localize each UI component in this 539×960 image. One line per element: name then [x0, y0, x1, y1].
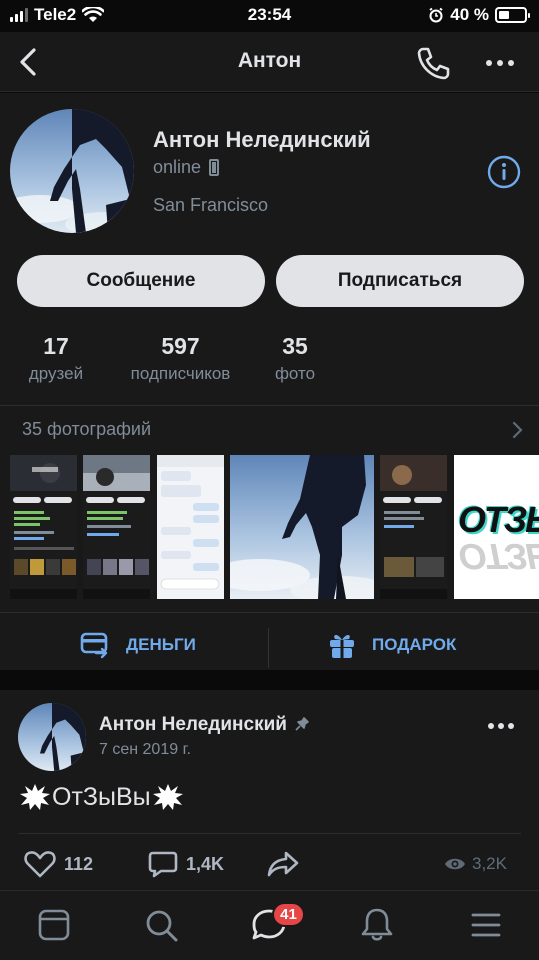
photo-thumb-1[interactable]	[10, 455, 77, 599]
call-button[interactable]	[414, 44, 452, 82]
messages-badge: 41	[272, 902, 305, 927]
heart-icon	[24, 851, 56, 878]
more-horizontal-icon	[488, 723, 494, 729]
profile-name: Антон Нелединский	[153, 127, 371, 152]
photos-label: фото	[274, 364, 316, 383]
divider	[0, 405, 539, 406]
money-transfer-icon	[80, 632, 108, 659]
subscribe-button[interactable]: Подписаться	[276, 255, 524, 307]
page-title: Антон	[237, 49, 302, 72]
post-more-button[interactable]	[488, 718, 518, 734]
followers-label: подписчиков	[130, 364, 231, 383]
tab-menu[interactable]	[466, 905, 506, 945]
post-avatar-image	[18, 703, 86, 771]
friends-counter[interactable]: 17 друзей	[22, 333, 90, 384]
news-icon	[38, 909, 70, 941]
gift-button[interactable]: ПОДАРОК	[328, 623, 456, 667]
tab-notifications[interactable]	[357, 905, 397, 945]
comments-count: 1,4K	[186, 853, 225, 874]
tab-search[interactable]	[141, 905, 181, 945]
status-bar: Tele2 23:54 40 %	[0, 0, 539, 32]
divider	[0, 612, 539, 613]
photo-thumb-5[interactable]	[380, 455, 447, 599]
post-author[interactable]: Антон Нелединский	[99, 714, 309, 736]
photo-thumb-3[interactable]	[157, 455, 224, 599]
avatar[interactable]	[10, 109, 134, 233]
more-horizontal-icon	[486, 60, 492, 66]
message-button[interactable]: Сообщение	[17, 255, 265, 307]
post-text-row: ОтЗыВы	[18, 782, 185, 812]
like-button[interactable]: 112	[24, 850, 93, 878]
gift-label: ПОДАРОК	[372, 635, 457, 654]
post-text: ОтЗыВы	[52, 782, 151, 811]
photo-embedded-reflection: ОТЗЫВЫ	[458, 536, 539, 577]
post-divider	[18, 833, 521, 834]
info-icon	[487, 155, 521, 189]
tab-news[interactable]	[34, 905, 74, 945]
phone-icon	[417, 47, 450, 80]
online-label: online	[153, 157, 202, 177]
photo-thumb-4[interactable]	[230, 455, 374, 599]
status-right: 40 %	[428, 5, 530, 25]
photos-count: 35	[282, 333, 308, 359]
profile-city: San Francisco	[153, 195, 269, 215]
info-button[interactable]	[486, 154, 522, 190]
post-views: 3,2K	[444, 854, 507, 874]
chevron-right-icon[interactable]	[509, 419, 525, 441]
share-button[interactable]	[266, 850, 300, 878]
eye-icon	[445, 858, 465, 870]
money-label: ДЕНЬГИ	[126, 635, 196, 654]
avatar-image	[10, 109, 134, 233]
friends-label: друзей	[28, 364, 84, 383]
online-status: online	[153, 157, 220, 178]
photos-counter[interactable]: 35 фото	[270, 333, 320, 384]
photo-thumb-6[interactable]: ОТЗЫВЫ ОТЗЫВЫ	[454, 455, 539, 599]
search-icon	[146, 910, 178, 942]
wall-post: Антон Нелединский 7 сен 2019 г. ОтЗыВы 1…	[0, 690, 539, 890]
likes-count: 112	[64, 853, 94, 874]
more-button[interactable]	[480, 48, 520, 78]
views-count: 3,2K	[472, 854, 507, 873]
post-date: 7 сен 2019 г.	[99, 741, 191, 758]
followers-counter[interactable]: 597 подписчиков	[118, 333, 243, 384]
comment-icon	[148, 851, 178, 878]
battery-percent: 40 %	[450, 5, 489, 24]
battery-icon	[495, 7, 530, 23]
notifications-icon	[361, 908, 393, 941]
profile-card: Антон Нелединский online San Francisco С…	[0, 93, 539, 670]
explosion-icon	[152, 784, 183, 810]
alarm-icon	[429, 7, 443, 23]
followers-count: 597	[161, 333, 200, 359]
pin-icon	[295, 717, 309, 731]
action-divider	[268, 628, 269, 668]
post-avatar[interactable]	[18, 703, 86, 771]
post-author-name: Антон Нелединский	[99, 714, 287, 735]
comment-button[interactable]: 1,4K	[148, 850, 224, 878]
money-button[interactable]: ДЕНЬГИ	[80, 623, 196, 667]
mobile-icon	[209, 159, 220, 176]
photos-header[interactable]: 35 фотографий	[22, 419, 151, 440]
share-icon	[267, 851, 299, 877]
gift-icon	[330, 635, 354, 658]
explosion-icon	[20, 784, 50, 810]
nav-bar: Антон	[0, 32, 539, 92]
menu-icon	[471, 913, 501, 937]
tab-bar: 41	[0, 890, 539, 960]
friends-count: 17	[43, 333, 69, 359]
photo-thumb-2[interactable]	[83, 455, 150, 599]
